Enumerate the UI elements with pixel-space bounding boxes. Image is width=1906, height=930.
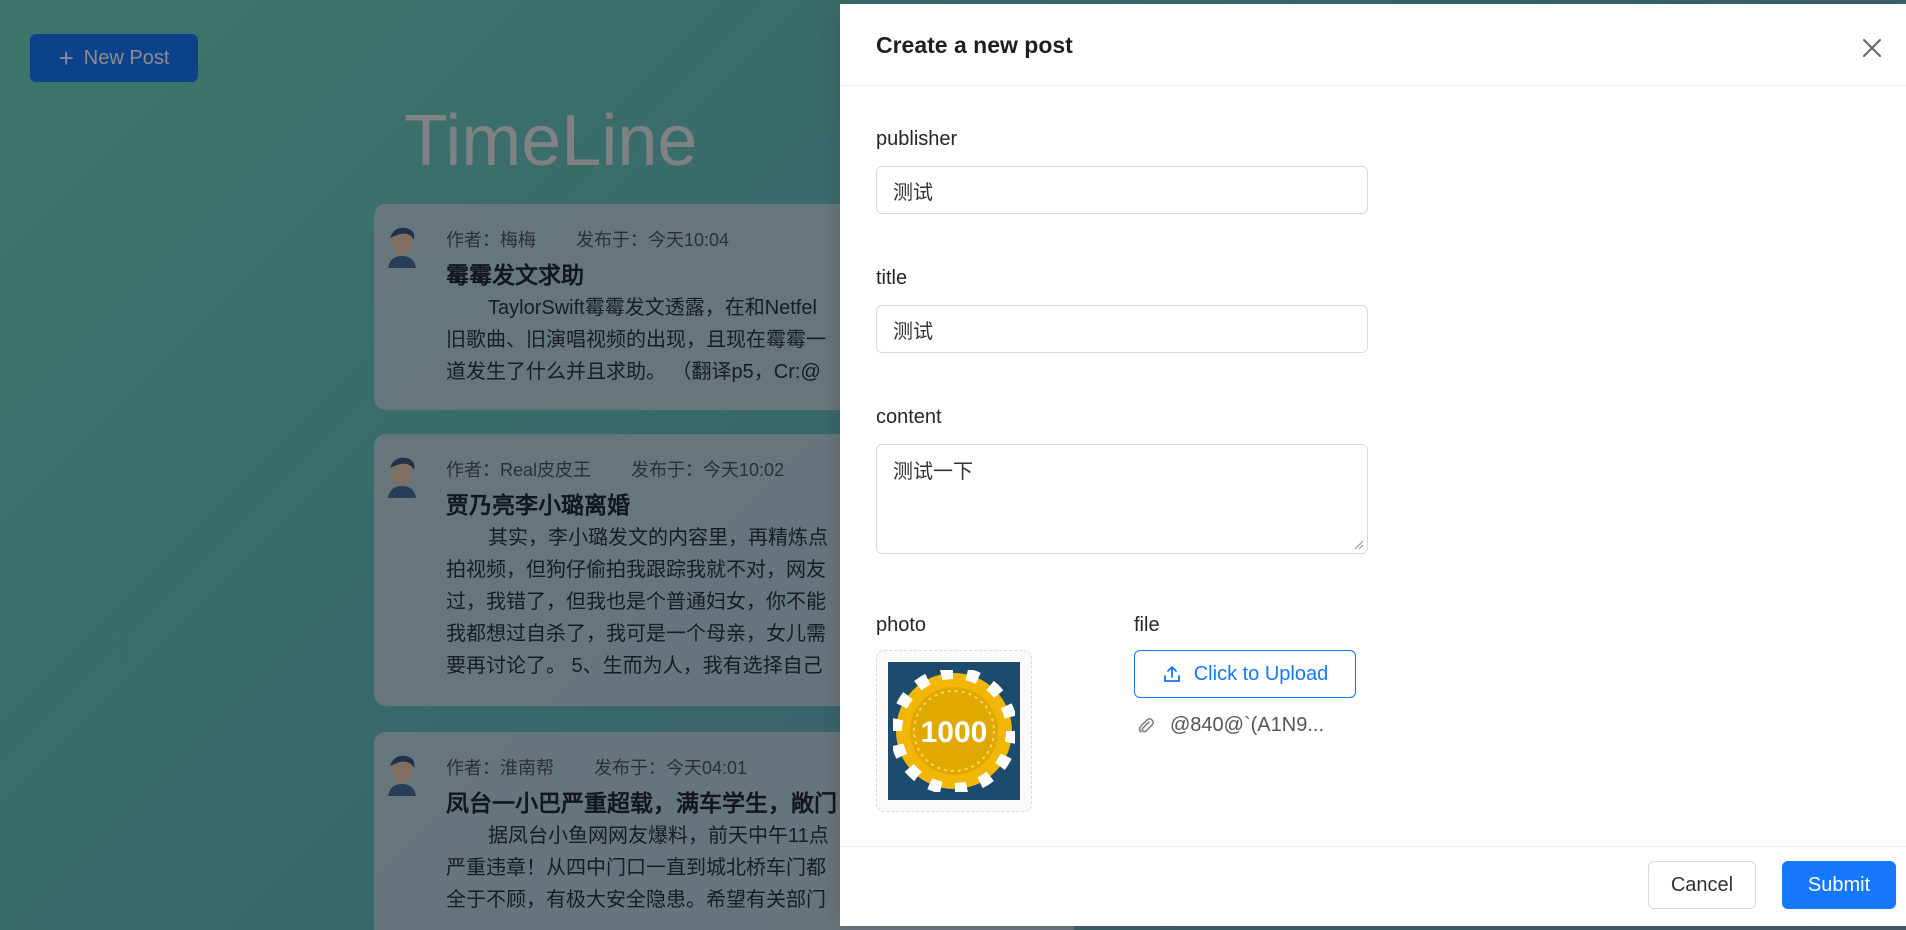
resize-grip-icon[interactable] <box>1352 538 1364 550</box>
content-label: content <box>876 406 942 428</box>
submit-button[interactable]: Submit <box>1782 861 1896 909</box>
publisher-value: 测试 <box>893 181 933 204</box>
file-label: file <box>1134 614 1160 636</box>
file-name: @840@`(A1N9... <box>1170 714 1324 736</box>
drawer-header: Create a new post <box>840 4 1906 86</box>
title-label: title <box>876 267 908 289</box>
drawer-footer: Cancel Submit <box>840 846 1906 926</box>
upload-icon <box>1163 666 1180 682</box>
publisher-label: publisher <box>876 128 958 150</box>
drawer-title: Create a new post <box>876 32 1073 58</box>
close-icon[interactable] <box>1858 34 1886 62</box>
content-textarea[interactable]: 测试一下 <box>876 444 1368 554</box>
photo-upload-card[interactable]: 1000 <box>876 650 1032 812</box>
photo-text: 1000 <box>921 716 988 749</box>
create-post-drawer: Create a new post publisher 测试 title 测试 … <box>840 4 1906 926</box>
paperclip-icon <box>1138 717 1154 733</box>
content-value: 测试一下 <box>893 461 973 483</box>
photo-thumbnail: 1000 <box>888 662 1020 800</box>
poker-chip-icon: 1000 <box>893 670 1015 792</box>
upload-label: Click to Upload <box>1193 662 1329 685</box>
title-value: 测试 <box>893 320 933 343</box>
uploaded-file-item[interactable]: @840@`(A1N9... <box>1136 714 1324 737</box>
publisher-input[interactable]: 测试 <box>876 166 1368 214</box>
photo-label: photo <box>876 614 927 636</box>
cancel-button[interactable]: Cancel <box>1648 861 1756 909</box>
upload-button[interactable]: Click to Upload <box>1134 650 1356 698</box>
title-input[interactable]: 测试 <box>876 305 1368 353</box>
